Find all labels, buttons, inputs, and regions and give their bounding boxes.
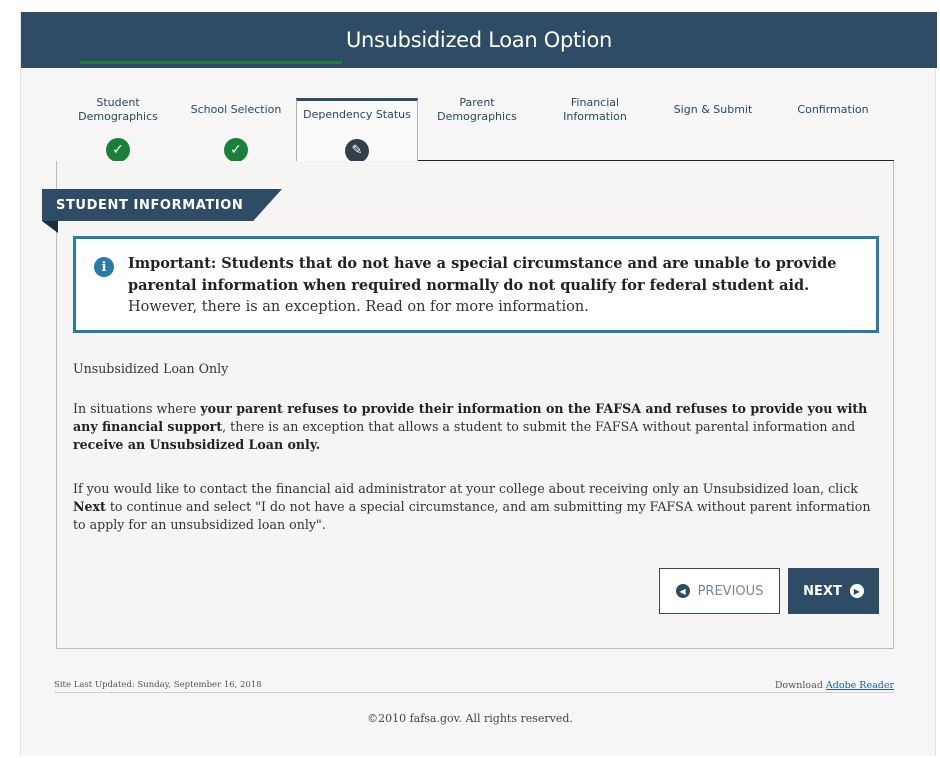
copyright-text: ©2010 fafsa.gov. All rights reserved. — [367, 712, 573, 725]
step-school-selection[interactable]: School Selection ✓ — [178, 88, 294, 172]
step-student-demographics[interactable]: Student Demographics ✓ — [60, 88, 176, 172]
subtitle: Unsubsidized Loan Only — [73, 361, 229, 376]
pencil-icon: ✎ — [345, 139, 369, 163]
step-sign-submit[interactable]: Sign & Submit — [654, 88, 772, 172]
step-label: Dependency Status — [303, 108, 411, 121]
step-confirmation[interactable]: Confirmation — [772, 88, 894, 172]
progress-line-complete — [80, 61, 342, 64]
site-last-updated: Site Last Updated: Sunday, September 16,… — [54, 680, 262, 690]
footer-divider — [54, 692, 894, 693]
previous-button[interactable]: ◀ PREVIOUS — [659, 568, 780, 614]
info-icon: i — [94, 257, 114, 277]
step-parent-demographics[interactable]: Parent Demographics — [418, 88, 536, 172]
arrow-right-icon: ▶ — [849, 584, 864, 598]
check-icon: ✓ — [224, 138, 248, 162]
step-label: Confirmation — [797, 103, 869, 116]
adobe-reader-link[interactable]: Adobe Reader — [826, 680, 894, 691]
arrow-left-icon: ◀ — [675, 584, 690, 598]
step-label: Demographics — [78, 110, 158, 123]
step-label: Financial — [570, 96, 620, 109]
next-button[interactable]: NEXT ▶ — [788, 568, 879, 614]
step-tracker: Student Demographics ✓ School Selection … — [0, 88, 940, 172]
notice-normal-text: However, there is an exception. Read on … — [128, 299, 589, 315]
notice-bold-text: Important: Students that do not have a s… — [128, 255, 837, 294]
instruction-paragraph: If you would like to contact the financi… — [73, 481, 871, 532]
step-label: Demographics — [437, 110, 517, 123]
important-notice: i Important: Students that do not have a… — [73, 236, 879, 333]
step-financial-information[interactable]: Financial Information — [536, 88, 654, 172]
step-label: Student — [96, 96, 140, 109]
step-label: Parent — [459, 96, 495, 109]
page-title: Unsubsidized Loan Option — [21, 12, 937, 68]
step-label: School Selection — [190, 103, 282, 116]
exception-paragraph: In situations where your parent refuses … — [73, 401, 868, 452]
check-icon: ✓ — [106, 138, 130, 162]
section-title: STUDENT INFORMATION — [42, 189, 282, 221]
download-reader: Download Adobe Reader — [774, 680, 894, 691]
step-label: Information — [563, 110, 627, 123]
step-label: Sign & Submit — [673, 103, 753, 116]
notice-text: Important: Students that do not have a s… — [128, 253, 858, 318]
